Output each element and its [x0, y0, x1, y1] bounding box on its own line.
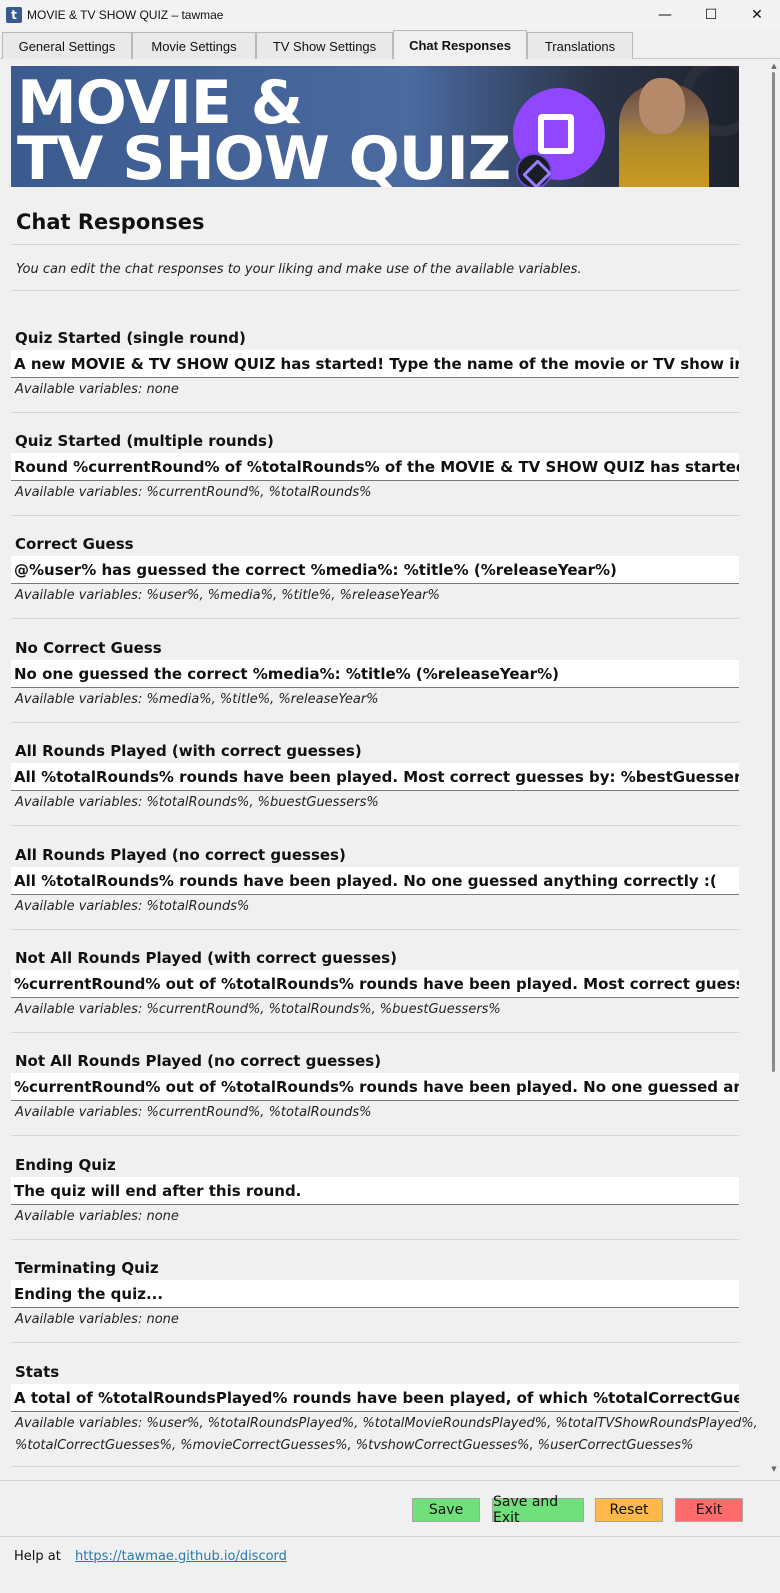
window-controls: — ☐ ✕ — [642, 0, 780, 30]
divider — [11, 1466, 739, 1467]
title-bar: t MOVIE & TV SHOW QUIZ – tawmae — ☐ ✕ — [0, 0, 780, 30]
available-variables: Available variables: %currentRound%, %to… — [15, 1002, 501, 1017]
response-section-all-rounds-no-guesses: All Rounds Played (no correct guesses) A… — [11, 827, 739, 930]
quiz-banner: MOVIE & TV SHOW QUIZ — [11, 66, 739, 187]
divider — [11, 618, 739, 619]
response-section-stats: Stats A total of %totalRoundsPlayed% rou… — [11, 1344, 758, 1467]
divider — [0, 1536, 780, 1537]
section-title: Not All Rounds Played (with correct gues… — [15, 949, 397, 967]
available-variables: Available variables: %totalRounds% — [15, 899, 250, 914]
scroll-up-arrow-icon[interactable]: ▲ — [770, 62, 778, 70]
response-section-quiz-started-multiple: Quiz Started (multiple rounds) Round %cu… — [11, 413, 739, 516]
tab-translations[interactable]: Translations — [527, 32, 633, 59]
page-title: Chat Responses — [16, 210, 205, 234]
response-section-not-all-rounds-no-guesses: Not All Rounds Played (no correct guesse… — [11, 1033, 739, 1136]
available-variables: Available variables: %currentRound%, %to… — [15, 1105, 372, 1120]
response-section-terminating-quiz: Terminating Quiz Ending the quiz... Avai… — [11, 1240, 739, 1343]
response-section-no-correct-guess: No Correct Guess No one guessed the corr… — [11, 620, 739, 723]
discord-help-link[interactable]: https://tawmae.github.io/discord — [75, 1549, 287, 1564]
tab-bar: General Settings Movie Settings TV Show … — [0, 30, 780, 60]
save-button[interactable]: Save — [412, 1498, 480, 1522]
reset-button[interactable]: Reset — [595, 1498, 663, 1522]
window-title: MOVIE & TV SHOW QUIZ – tawmae — [27, 8, 224, 22]
app-logo-icon — [516, 153, 552, 187]
scroll-down-arrow-icon[interactable]: ▼ — [770, 1465, 778, 1473]
section-title: Stats — [15, 1363, 60, 1381]
response-input[interactable]: A new MOVIE & TV SHOW QUIZ has started! … — [11, 350, 739, 378]
divider — [11, 290, 739, 291]
section-title: Not All Rounds Played (no correct guesse… — [15, 1052, 382, 1070]
section-title: Ending Quiz — [15, 1156, 116, 1174]
tab-tv-show-settings[interactable]: TV Show Settings — [256, 32, 393, 59]
divider — [0, 1480, 780, 1481]
response-input[interactable]: Round %currentRound% of %totalRounds% of… — [11, 453, 739, 481]
section-title: Correct Guess — [15, 535, 134, 553]
available-variables: Available variables: %totalRounds%, %bue… — [15, 795, 379, 810]
section-title: No Correct Guess — [15, 639, 162, 657]
scroll-content: MOVIE & TV SHOW QUIZ Chat Responses You … — [0, 60, 768, 1475]
divider — [11, 1135, 739, 1136]
divider — [11, 825, 739, 826]
help-label: Help at — [14, 1549, 61, 1564]
minimize-button[interactable]: — — [642, 0, 688, 30]
available-variables: Available variables: %media%, %title%, %… — [15, 692, 379, 707]
divider — [11, 244, 739, 245]
banner-person-head — [639, 78, 685, 134]
response-section-not-all-rounds-with-guesses: Not All Rounds Played (with correct gues… — [11, 930, 739, 1033]
available-variables: Available variables: none — [15, 1312, 179, 1327]
vertical-scrollbar[interactable]: ▲ ▼ — [768, 60, 780, 1475]
response-input[interactable]: All %totalRounds% rounds have been playe… — [11, 867, 739, 895]
response-input[interactable]: Ending the quiz... — [11, 1280, 739, 1308]
response-section-ending-quiz: Ending Quiz The quiz will end after this… — [11, 1137, 739, 1240]
available-variables: Available variables: none — [15, 382, 179, 397]
intro-text: You can edit the chat responses to your … — [16, 262, 582, 277]
response-input[interactable]: @%user% has guessed the correct %media%:… — [11, 556, 739, 584]
response-input[interactable]: %currentRound% out of %totalRounds% roun… — [11, 1073, 739, 1101]
available-variables: Available variables: %currentRound%, %to… — [15, 485, 372, 500]
section-title: All Rounds Played (with correct guesses) — [15, 742, 362, 760]
save-and-exit-button[interactable]: Save and Exit — [492, 1494, 584, 1526]
response-input[interactable]: A total of %totalRoundsPlayed% rounds ha… — [11, 1384, 739, 1412]
section-title: Terminating Quiz — [15, 1259, 159, 1277]
scroll-thumb[interactable] — [772, 72, 775, 1072]
available-variables: Available variables: %user%, %totalRound… — [15, 1416, 758, 1431]
tab-general-settings[interactable]: General Settings — [2, 32, 132, 59]
divider — [11, 1342, 739, 1343]
section-title: All Rounds Played (no correct guesses) — [15, 846, 346, 864]
exit-button[interactable]: Exit — [675, 1498, 743, 1522]
response-input[interactable]: %currentRound% out of %totalRounds% roun… — [11, 970, 739, 998]
response-section-quiz-started-single: Quiz Started (single round) A new MOVIE … — [11, 310, 739, 413]
response-input[interactable]: The quiz will end after this round. — [11, 1177, 739, 1205]
response-input[interactable]: All %totalRounds% rounds have been playe… — [11, 763, 739, 791]
section-title: Quiz Started (multiple rounds) — [15, 432, 274, 450]
twitch-glyph-icon — [538, 114, 574, 154]
tab-chat-responses[interactable]: Chat Responses — [393, 30, 527, 60]
available-variables: Available variables: %user%, %media%, %t… — [15, 588, 440, 603]
section-title: Quiz Started (single round) — [15, 329, 246, 347]
app-icon: t — [6, 7, 22, 23]
response-section-correct-guess: Correct Guess @%user% has guessed the co… — [11, 516, 739, 619]
close-button[interactable]: ✕ — [734, 0, 780, 30]
response-input[interactable]: No one guessed the correct %media%: %tit… — [11, 660, 739, 688]
available-variables: Available variables: none — [15, 1209, 179, 1224]
banner-title-line-2: TV SHOW QUIZ — [17, 124, 511, 187]
available-variables-continued: %totalCorrectGuesses%, %movieCorrectGues… — [15, 1438, 694, 1453]
response-section-all-rounds-with-guesses: All Rounds Played (with correct guesses)… — [11, 723, 739, 826]
tab-movie-settings[interactable]: Movie Settings — [132, 32, 256, 59]
maximize-button[interactable]: ☐ — [688, 0, 734, 30]
